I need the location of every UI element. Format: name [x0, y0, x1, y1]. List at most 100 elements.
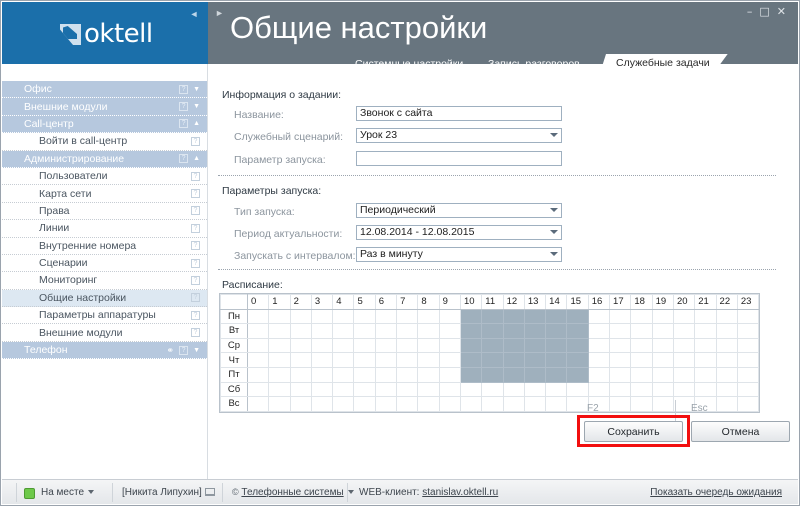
schedule-cell[interactable]	[439, 324, 460, 339]
schedule-cell[interactable]	[610, 397, 631, 412]
schedule-cell[interactable]	[610, 382, 631, 397]
schedule-cell[interactable]	[716, 397, 737, 412]
schedule-grid[interactable]: 01234567891011121314151617181920212223Пн…	[219, 293, 760, 413]
queue-link[interactable]: Показать очередь ожидания	[650, 487, 782, 498]
schedule-cell[interactable]	[631, 309, 652, 324]
schedule-cell[interactable]	[716, 324, 737, 339]
schedule-cell[interactable]	[546, 367, 567, 382]
schedule-cell[interactable]	[567, 353, 588, 368]
schedule-cell[interactable]	[375, 382, 396, 397]
schedule-cell[interactable]	[737, 397, 758, 412]
schedule-cell[interactable]	[546, 324, 567, 339]
schedule-cell[interactable]	[652, 324, 673, 339]
schedule-cell[interactable]	[716, 353, 737, 368]
help-icon[interactable]: ?	[191, 189, 200, 198]
schedule-cell[interactable]	[524, 397, 545, 412]
schedule-cell[interactable]	[503, 338, 524, 353]
schedule-cell[interactable]	[439, 397, 460, 412]
sidebar-item-office[interactable]: Офис ? ▼	[2, 81, 207, 98]
help-icon[interactable]: ?	[179, 346, 188, 355]
schedule-cell[interactable]	[546, 397, 567, 412]
schedule-cell[interactable]	[524, 338, 545, 353]
schedule-cell[interactable]	[524, 324, 545, 339]
chevron-down-icon[interactable]: ▼	[193, 347, 200, 354]
schedule-cell[interactable]	[673, 382, 694, 397]
schedule-cell[interactable]	[418, 338, 439, 353]
schedule-cell[interactable]	[418, 397, 439, 412]
schedule-cell[interactable]	[397, 324, 418, 339]
sidebar-item-lines[interactable]: Линии ?	[2, 220, 207, 237]
schedule-cell[interactable]	[439, 382, 460, 397]
schedule-cell[interactable]	[290, 367, 311, 382]
schedule-cell[interactable]	[567, 338, 588, 353]
schedule-cell[interactable]	[524, 309, 545, 324]
schedule-cell[interactable]	[716, 309, 737, 324]
sidebar-item-hardware-params[interactable]: Параметры аппаратуры ?	[2, 307, 207, 324]
launch-type-select[interactable]: Периодический	[356, 203, 562, 218]
sidebar-item-administration[interactable]: Администрирование ? ▲	[2, 151, 207, 168]
schedule-cell[interactable]	[311, 382, 332, 397]
schedule-cell[interactable]	[567, 382, 588, 397]
chevron-down-icon[interactable]: ▼	[193, 103, 200, 110]
chevron-down-icon[interactable]: ▼	[193, 86, 200, 93]
schedule-cell[interactable]	[375, 324, 396, 339]
schedule-cell[interactable]	[397, 353, 418, 368]
help-icon[interactable]: ?	[191, 259, 200, 268]
schedule-cell[interactable]	[311, 309, 332, 324]
webclient-host[interactable]: stanislav.oktell.ru	[422, 487, 498, 498]
schedule-cell[interactable]	[290, 382, 311, 397]
schedule-cell[interactable]	[588, 353, 609, 368]
sidebar-item-enter-call-center[interactable]: Войти в call-центр ?	[2, 133, 207, 150]
schedule-cell[interactable]	[460, 338, 481, 353]
schedule-cell[interactable]	[439, 353, 460, 368]
schedule-cell[interactable]	[248, 309, 269, 324]
schedule-cell[interactable]	[248, 367, 269, 382]
company-info[interactable]: © Телефонные системы	[232, 487, 354, 498]
launch-param-input[interactable]	[356, 151, 562, 166]
schedule-cell[interactable]	[354, 353, 375, 368]
schedule-cell[interactable]	[737, 309, 758, 324]
schedule-cell[interactable]	[397, 382, 418, 397]
help-icon[interactable]: ?	[179, 85, 188, 94]
schedule-cell[interactable]	[610, 353, 631, 368]
schedule-cell[interactable]	[354, 382, 375, 397]
help-icon[interactable]: ?	[191, 206, 200, 215]
schedule-cell[interactable]	[546, 338, 567, 353]
schedule-cell[interactable]	[397, 338, 418, 353]
schedule-cell[interactable]	[588, 382, 609, 397]
schedule-cell[interactable]	[695, 353, 716, 368]
chevron-down-icon[interactable]	[348, 490, 354, 494]
interval-select[interactable]: Раз в минуту	[356, 247, 562, 262]
schedule-cell[interactable]	[248, 397, 269, 412]
schedule-cell[interactable]	[269, 367, 290, 382]
schedule-cell[interactable]	[248, 324, 269, 339]
schedule-cell[interactable]	[546, 309, 567, 324]
schedule-cell[interactable]	[673, 338, 694, 353]
schedule-cell[interactable]	[503, 353, 524, 368]
schedule-cell[interactable]	[631, 397, 652, 412]
schedule-cell[interactable]	[503, 382, 524, 397]
schedule-cell[interactable]	[311, 397, 332, 412]
name-input[interactable]: Звонок с сайта	[356, 106, 562, 121]
schedule-cell[interactable]	[375, 309, 396, 324]
schedule-cell[interactable]	[290, 309, 311, 324]
schedule-cell[interactable]	[524, 367, 545, 382]
schedule-cell[interactable]	[333, 309, 354, 324]
schedule-cell[interactable]	[610, 324, 631, 339]
schedule-cell[interactable]	[354, 338, 375, 353]
chevron-up-icon[interactable]: ▲	[193, 120, 200, 127]
schedule-cell[interactable]	[482, 382, 503, 397]
schedule-cell[interactable]	[673, 353, 694, 368]
schedule-cell[interactable]	[567, 397, 588, 412]
schedule-cell[interactable]	[375, 397, 396, 412]
schedule-cell[interactable]	[737, 382, 758, 397]
schedule-cell[interactable]	[418, 382, 439, 397]
help-icon[interactable]: ?	[191, 328, 200, 337]
sidebar-item-scenarios[interactable]: Сценарии ?	[2, 255, 207, 272]
presence-status-icon[interactable]	[24, 488, 35, 499]
schedule-cell[interactable]	[397, 367, 418, 382]
schedule-cell[interactable]	[546, 353, 567, 368]
schedule-cell[interactable]	[673, 367, 694, 382]
schedule-cell[interactable]	[695, 382, 716, 397]
sidebar-item-internal-numbers[interactable]: Внутренние номера ?	[2, 238, 207, 255]
